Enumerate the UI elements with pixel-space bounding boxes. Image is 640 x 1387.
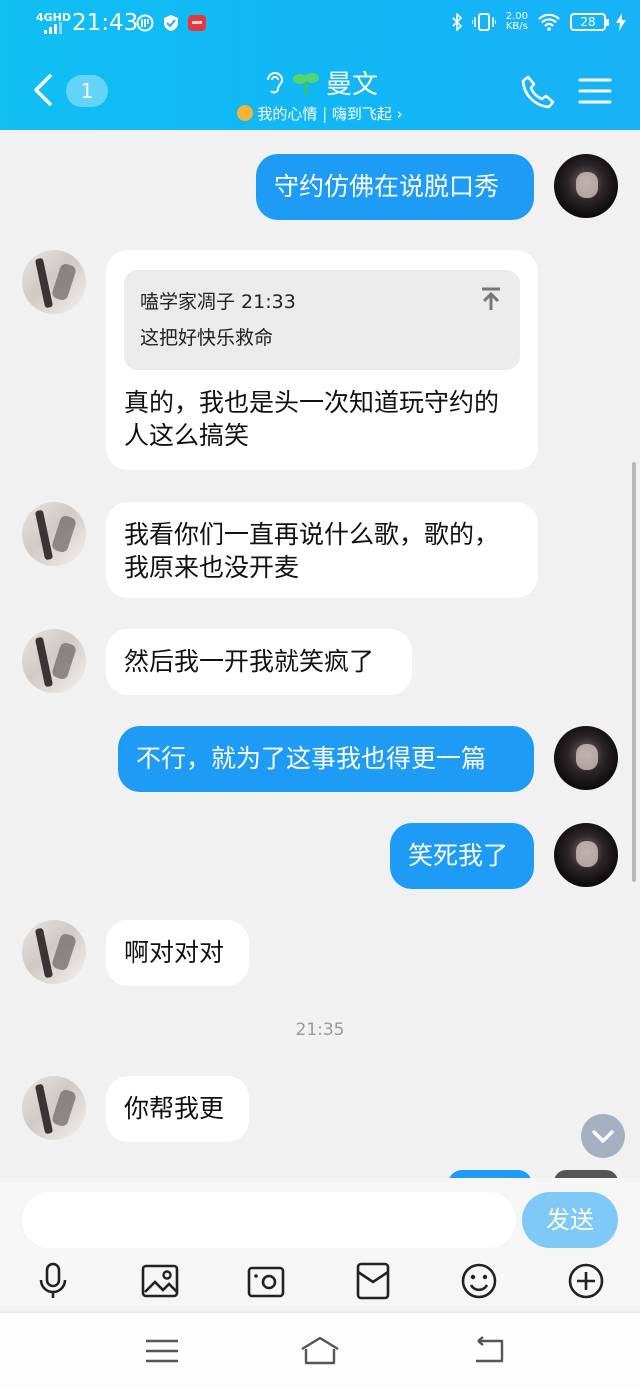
message-bubble-other[interactable]: 然后我一开我就笑疯了 [106,629,412,695]
ear-icon [266,71,283,93]
back-icon[interactable] [468,1335,508,1367]
message-bubble-mine[interactable]: 笑死我了 [390,823,534,889]
microphone-icon[interactable] [34,1262,72,1300]
contact-avatar[interactable] [22,250,86,314]
sprout-icon [292,72,319,95]
net-speed-unit: KB/s [505,21,528,32]
jump-to-top-icon[interactable] [480,286,502,312]
reply-text: 真的，我也是头一次知道玩守约的人这么搞笑 [124,388,500,450]
message-input[interactable] [22,1192,516,1248]
emoji-icon[interactable] [460,1262,498,1300]
camera-icon[interactable] [247,1262,285,1300]
net-speed: 2.00 KB/s [506,12,528,32]
mood-emoji-icon [237,105,254,121]
phone-call-button[interactable] [520,74,556,110]
my-avatar[interactable] [554,154,618,218]
time-separator: 21:35 [295,1020,345,1040]
message-bubble-other[interactable]: 我看你们一直再说什么歌，歌的，我原来也没开麦 [106,502,538,598]
menu-icon[interactable] [142,1335,182,1367]
contact-avatar[interactable] [22,920,86,984]
chat-title: 曼文 [325,70,378,100]
quoted-message[interactable]: 嗑学家凋子 21:33 这把好快乐救命 [124,270,520,370]
message-bubble-mine[interactable]: 守约仿佛在说脱口秀 [256,154,534,220]
vibrate-icon [471,13,496,31]
battery-indicator: 28 [570,13,609,31]
message-bubble-other[interactable]: 你帮我更 [106,1076,249,1142]
my-avatar[interactable] [554,726,618,790]
menu-button[interactable] [578,76,612,106]
plus-icon[interactable] [567,1262,605,1300]
contact-avatar[interactable] [22,502,86,566]
quote-author: 嗑学家凋子 21:33 [140,291,296,313]
shield-icon [164,15,178,31]
scrollbar[interactable] [632,462,636,882]
charging-icon [616,13,626,31]
input-bar: 发送 [0,1178,640,1310]
contact-avatar[interactable] [22,629,86,693]
home-icon[interactable] [300,1335,340,1367]
system-nav-bar [0,1312,640,1387]
contact-avatar[interactable] [22,1076,86,1140]
red-packet-icon[interactable] [354,1262,392,1300]
message-bubble-other[interactable]: 啊对对对 [106,920,249,986]
wifi-icon [538,13,560,31]
mood-text: 我的心情 | 嗨到飞起 › [257,105,403,123]
app-notification-icon [136,14,154,32]
chat-header: 4GHD 21:43 2.00 KB/s 28 1 曼文 我的心情 | 嗨到飞起 … [0,0,640,130]
app-badge-icon [188,15,206,31]
quote-text: 这把好快乐救命 [140,327,274,349]
my-avatar[interactable] [554,823,618,887]
status-right: 2.00 KB/s 28 [452,12,626,32]
status-time: 21:43 [72,10,139,36]
bluetooth-icon [452,13,462,31]
send-button[interactable]: 发送 [522,1192,618,1248]
signal-icon [44,22,64,34]
message-bubble-mine[interactable]: 不行，就为了这事我也得更一篇 [118,726,534,792]
image-icon[interactable] [141,1262,179,1300]
scroll-to-bottom-button[interactable] [581,1114,625,1158]
status-bar: 4GHD 21:43 2.00 KB/s 28 [0,0,640,50]
message-bubble-reply[interactable]: 嗑学家凋子 21:33 这把好快乐救命 真的，我也是头一次知道玩守约的人这么搞笑 [106,250,538,470]
